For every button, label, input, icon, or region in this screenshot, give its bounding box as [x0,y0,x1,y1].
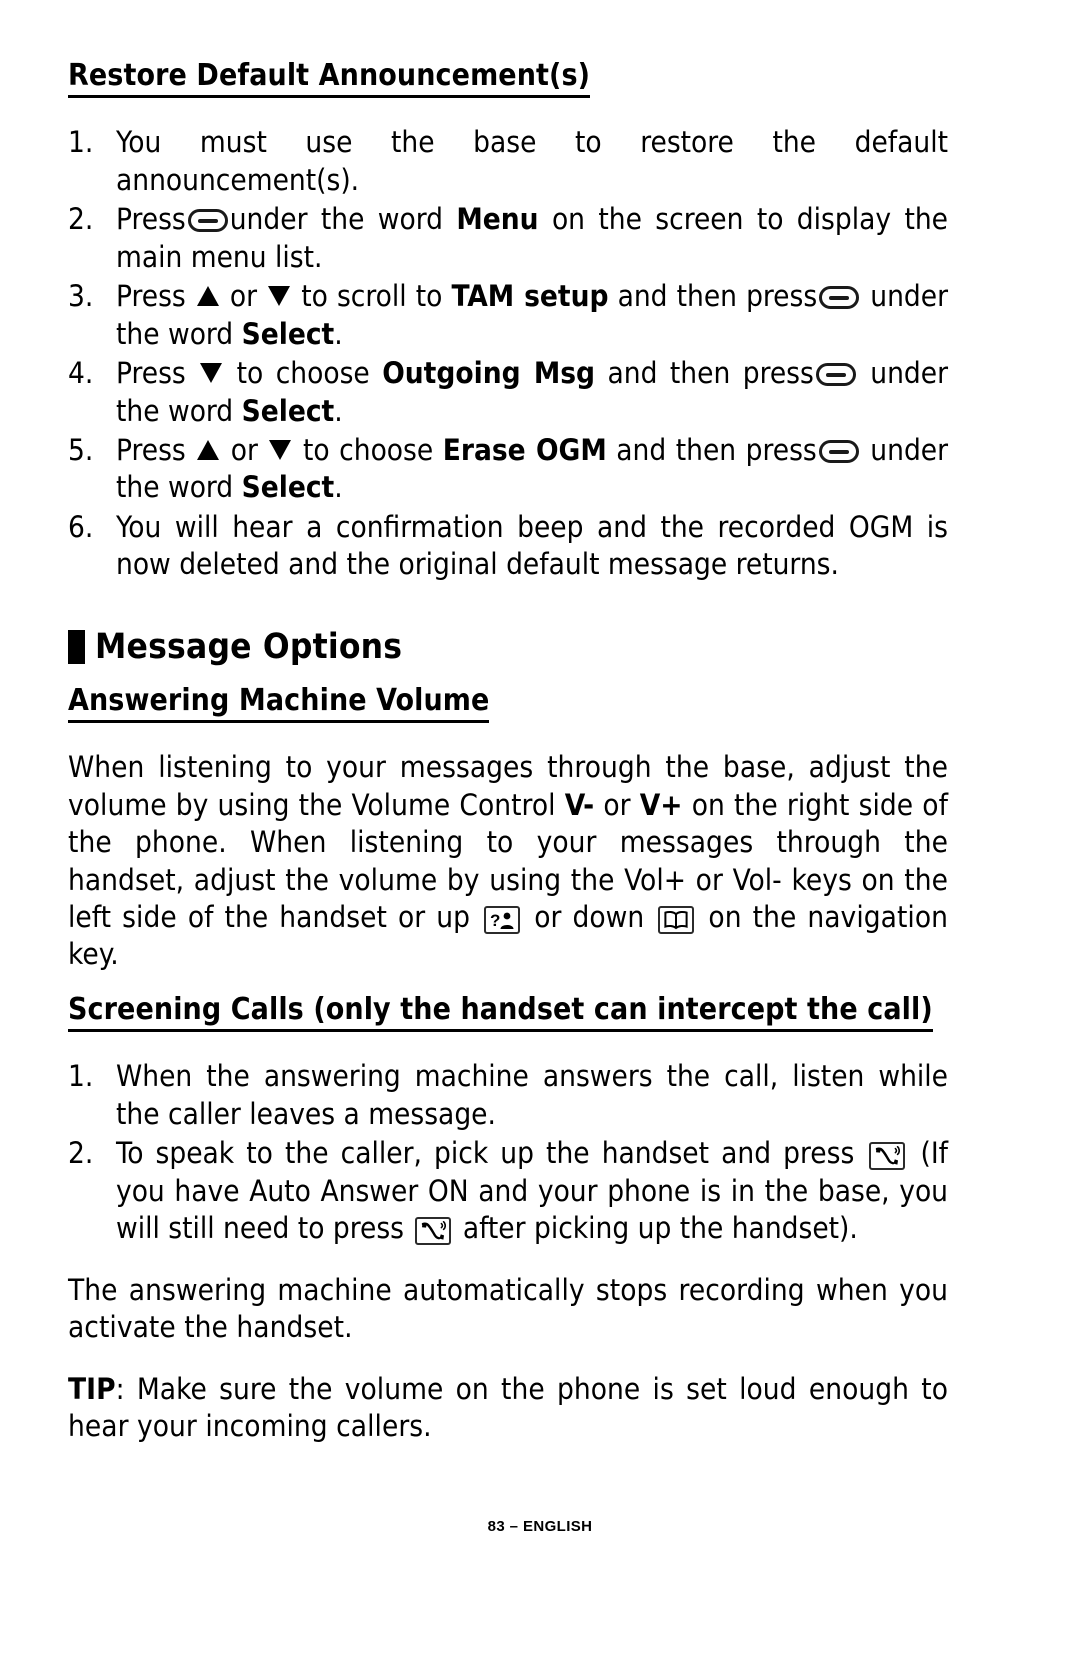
message-options-section-heading: Message Options [68,626,948,667]
triangle-up-icon [196,285,220,307]
step-5-text-c: and then press [616,433,817,468]
restore-step-3: Press or to scroll to TAM setup and then… [68,278,948,353]
step-5-text-b: to choose [303,433,434,468]
restore-step-2: Press under the word Menu on the screen t… [68,201,948,276]
step-5-period: . [334,470,343,505]
step-2-text-b: under the word [229,202,443,237]
screening-step-2-text-a: To speak to the caller, pick up the hand… [116,1136,867,1171]
talk-handset-icon [869,1142,906,1171]
page-footer: 83 – ENGLISH [487,1518,593,1535]
softkey-icon [815,363,856,387]
restore-default-announcements-heading: Restore Default Announcement(s) [68,58,591,99]
step-3-period: . [334,316,343,351]
softkey-icon [818,440,859,464]
step-3-text-a: Press [116,279,186,314]
step-5-bold-select: Select [241,470,335,505]
step-4-bold-select: Select [241,393,335,428]
step-6-line-1: You will hear a confirmation beep and th… [116,509,948,544]
step-2-text-a: Press [116,202,186,237]
triangle-down-icon [267,285,291,307]
screening-step-2-text-c: after picking up the handset). [454,1211,858,1246]
step-4-period: . [334,393,343,428]
tip-text: : Make sure the volume on the phone is s… [68,1371,948,1443]
step-5-or: or [230,433,258,468]
step-5-text-a: Press [116,433,186,468]
answering-machine-volume-paragraph: When listening to your messages through … [68,749,948,974]
step-3-text-b: to scroll to [301,279,443,314]
step-3-text-c: and then press [617,279,818,314]
callerid-person-icon: ? [484,906,521,935]
tip-label: TIP [68,1371,116,1406]
restore-steps-list: You must use the base to restore the def… [68,124,948,583]
auto-stop-recording-paragraph: The answering machine automatically stop… [68,1272,948,1345]
softkey-icon [819,286,860,310]
restore-step-6: You will hear a confirmation beep and th… [68,509,948,584]
volume-text-b: or [594,787,640,822]
restore-heading-wrap: Restore Default Announcement(s) [68,58,948,112]
step-1-line-2: announcement(s). [116,162,360,197]
screening-calls-heading-wrap: Screening Calls (only the handset can in… [68,992,948,1046]
step-4-text-c: and then press [607,356,814,391]
restore-step-1: You must use the base to restore the def… [68,124,948,199]
screening-step-1: When the answering machine answers the c… [68,1058,948,1133]
screening-calls-heading: Screening Calls (only the handset can in… [68,992,933,1033]
tip-paragraph: TIP: Make sure the volume on the phone i… [68,1371,948,1446]
triangle-down-icon [268,439,292,461]
screening-calls-steps-list: When the answering machine answers the c… [68,1058,948,1247]
step-1-line-1: You must use the base to restore the def… [116,125,948,160]
talk-handset-icon [415,1217,452,1246]
step-4-text-b: to choose [236,356,370,391]
restore-step-5: Press or to choose Erase OGM and then pr… [68,432,948,507]
step-4-text-a: Press [116,356,186,391]
step-6-line-2: now deleted and the original default mes… [116,547,839,582]
screening-step-2: To speak to the caller, pick up the hand… [68,1135,948,1247]
step-3-bold-tam-setup: TAM setup [451,279,609,314]
step-3-or: or [229,279,258,314]
phonebook-book-icon [658,906,695,935]
triangle-down-icon [199,362,223,384]
document-page: Restore Default Announcement(s) You must… [68,58,948,1463]
step-5-bold-erase-ogm: Erase OGM [442,433,607,468]
answering-machine-volume-heading: Answering Machine Volume [68,683,490,724]
volume-bold-v-minus: V- [564,787,595,822]
softkey-icon [187,209,228,233]
volume-text-d: or down [523,900,656,935]
section-marker-bar-icon [68,630,85,665]
step-3-bold-select: Select [241,316,335,351]
section-title-text: Message Options [95,626,403,667]
triangle-up-icon [196,439,220,461]
step-4-bold-outgoing-msg: Outgoing Msg [382,356,596,391]
volume-bold-v-plus: V+ [639,787,683,822]
answering-machine-volume-heading-wrap: Answering Machine Volume [68,683,948,737]
svg-text:?: ? [490,911,500,930]
restore-step-4: Press to choose Outgoing Msg and then pr… [68,355,948,430]
step-2-bold-menu: Menu [456,202,539,237]
screening-step-1-text: When the answering machine answers the c… [116,1059,948,1131]
step-2-text-c: on the screen to display [551,202,892,237]
